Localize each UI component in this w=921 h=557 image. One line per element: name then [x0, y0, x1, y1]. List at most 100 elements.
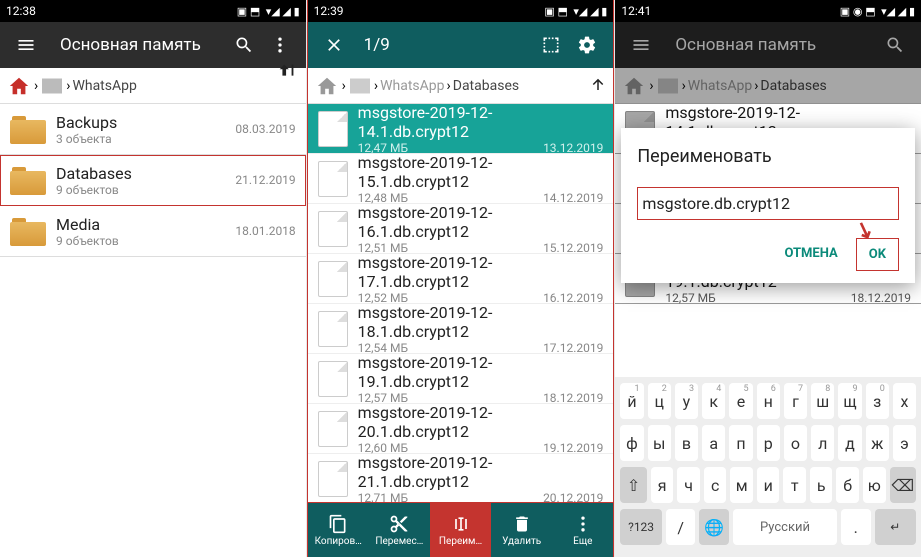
shift-key[interactable]: ⇧	[620, 467, 647, 503]
delete-action[interactable]: Удалить	[491, 503, 552, 557]
key[interactable]: с	[704, 467, 727, 503]
clock: 12:39	[314, 4, 344, 18]
selection-bar: 1/9	[308, 22, 614, 68]
key[interactable]: ф	[620, 425, 643, 461]
key[interactable]: й1	[620, 383, 643, 419]
clock: 12:38	[6, 4, 36, 18]
search-icon[interactable]	[226, 27, 262, 63]
crumb-whatsapp[interactable]: WhatsApp	[380, 78, 444, 94]
file-row[interactable]: msgstore-2019-12-16.1.db.crypt12 12,51 М…	[308, 204, 614, 254]
file-row[interactable]: msgstore-2019-12-18.1.db.crypt12 12,54 М…	[308, 304, 614, 354]
key[interactable]: м	[730, 467, 753, 503]
key[interactable]: п	[729, 425, 752, 461]
key[interactable]: л	[811, 425, 834, 461]
slash-key[interactable]: /	[666, 509, 696, 545]
keyboard: й1ц2у3к4е5н6г7ш8щ9з0х фывапролджэ ⇧ ячсм…	[615, 377, 921, 557]
backspace-key[interactable]: ⌫	[890, 467, 917, 503]
space-key[interactable]: Русский	[733, 509, 837, 545]
file-icon	[318, 461, 348, 497]
home-crumb[interactable]	[6, 75, 32, 97]
key[interactable]: ю	[863, 467, 886, 503]
key[interactable]: р	[757, 425, 780, 461]
action-bar: Копиров… Перемес… Переим… Удалить Еще	[308, 503, 614, 557]
file-row[interactable]: msgstore-2019-12-20.1.db.crypt12 12,60 М…	[308, 404, 614, 454]
crumb-databases[interactable]: Databases	[453, 78, 519, 94]
overflow-icon[interactable]	[262, 27, 298, 63]
more-action[interactable]: Еще	[552, 503, 613, 557]
key[interactable]: к4	[702, 383, 725, 419]
up-icon[interactable]	[589, 75, 607, 97]
screen-3: 12:41 ▣ ◉ ⬒ ▾◢ ◢ ▮ Основная память › › W…	[615, 0, 921, 557]
key[interactable]: у3	[675, 383, 698, 419]
key[interactable]: д	[838, 425, 861, 461]
storage-crumb[interactable]	[348, 78, 372, 94]
screen-2: 12:39 ▣ ⬒ ▾◢ ◢ ▮ 1/9 › › WhatsApp › Data…	[308, 0, 614, 557]
storage-crumb[interactable]	[40, 78, 64, 94]
move-action[interactable]: Перемес…	[369, 503, 430, 557]
rename-dialog: Переименовать ОТМЕНА OK	[621, 128, 915, 283]
up-icon[interactable]	[276, 61, 299, 111]
rename-action[interactable]: Переим…	[430, 503, 491, 557]
cancel-button[interactable]: ОТМЕНА	[772, 238, 849, 271]
dot-key[interactable]: .	[841, 509, 871, 545]
file-icon	[318, 111, 348, 147]
file-icon	[318, 261, 348, 297]
key[interactable]: н6	[757, 383, 780, 419]
key[interactable]: в	[675, 425, 698, 461]
file-row[interactable]: msgstore-2019-12-21.1.db.crypt12 12,71 М…	[308, 454, 614, 503]
page-title: Основная память	[675, 35, 877, 55]
key[interactable]: х	[893, 383, 916, 419]
status-bar: 12:39 ▣ ⬒ ▾◢ ◢ ▮	[308, 0, 614, 22]
key[interactable]: г7	[784, 383, 807, 419]
key[interactable]: б	[836, 467, 859, 503]
key[interactable]: ь	[810, 467, 833, 503]
folder-icon	[10, 216, 46, 246]
breadcrumb: › › WhatsApp › Databases	[308, 68, 614, 104]
copy-action[interactable]: Копиров…	[308, 503, 369, 557]
search-icon[interactable]	[877, 27, 913, 63]
key[interactable]: о	[784, 425, 807, 461]
file-row[interactable]: msgstore-2019-12-14.1.db.crypt12 12,47 М…	[308, 104, 614, 154]
status-icons: ▣ ⬒ ▾◢ ◢ ▮	[237, 5, 300, 18]
dialog-title: Переименовать	[637, 146, 899, 167]
crumb-whatsapp[interactable]: WhatsApp	[72, 78, 136, 94]
app-bar: Основная память	[0, 22, 306, 68]
folder-icon	[10, 114, 46, 144]
file-row[interactable]: msgstore-2019-12-15.1.db.crypt12 12,48 М…	[308, 154, 614, 204]
file-row[interactable]: msgstore-2019-12-19.1.db.crypt12 12,57 М…	[308, 354, 614, 404]
key[interactable]: э	[893, 425, 916, 461]
key[interactable]: я	[651, 467, 674, 503]
key[interactable]: т	[783, 467, 806, 503]
gear-icon[interactable]	[569, 27, 605, 63]
menu-icon[interactable]	[8, 27, 44, 63]
folder-backups[interactable]: Backups 3 объекта 08.03.2019	[0, 104, 306, 155]
select-all-icon[interactable]	[533, 27, 569, 63]
key[interactable]: ж	[866, 425, 889, 461]
selection-count: 1/9	[364, 35, 390, 55]
key[interactable]: а	[702, 425, 725, 461]
key[interactable]: щ9	[838, 383, 861, 419]
status-bar: 12:41 ▣ ◉ ⬒ ▾◢ ◢ ▮	[615, 0, 921, 22]
close-icon[interactable]	[316, 27, 352, 63]
symbols-key[interactable]: ?123	[620, 509, 662, 545]
menu-icon[interactable]	[623, 27, 659, 63]
folder-databases[interactable]: Databases 9 объектов 21.12.2019	[0, 155, 306, 206]
file-icon	[318, 161, 348, 197]
status-bar: 12:38 ▣ ⬒ ▾◢ ◢ ▮	[0, 0, 306, 22]
globe-key[interactable]: 🌐	[699, 509, 729, 545]
enter-key[interactable]: ↵	[875, 509, 917, 545]
folder-media[interactable]: Media 9 объектов 18.01.2018	[0, 206, 306, 257]
key[interactable]: е5	[729, 383, 752, 419]
file-row[interactable]: msgstore-2019-12-17.1.db.crypt12 12,52 М…	[308, 254, 614, 304]
key[interactable]: ы	[648, 425, 671, 461]
key[interactable]: з0	[866, 383, 889, 419]
clock: 12:41	[621, 4, 651, 18]
key[interactable]: ч	[677, 467, 700, 503]
key[interactable]: и	[757, 467, 780, 503]
key[interactable]: ш8	[811, 383, 834, 419]
home-crumb[interactable]	[314, 75, 340, 97]
folder-icon	[10, 165, 46, 195]
page-title: Основная память	[60, 35, 226, 55]
breadcrumb: › › WhatsApp	[0, 68, 306, 104]
key[interactable]: ц2	[648, 383, 671, 419]
